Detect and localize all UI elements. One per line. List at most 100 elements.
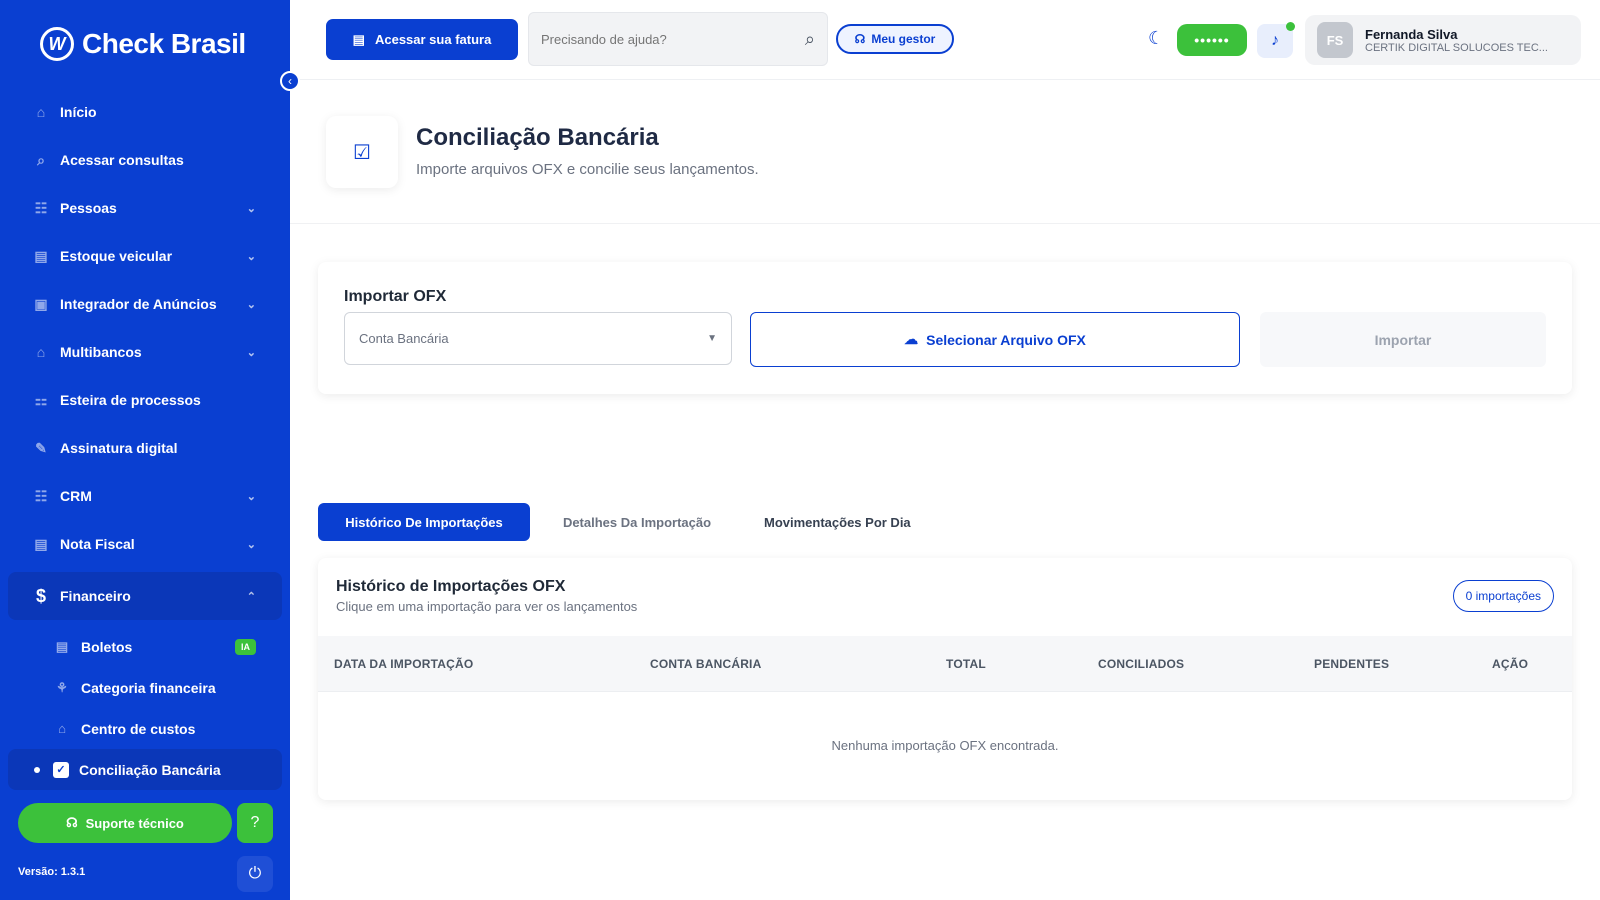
search-icon[interactable]: ⌕	[805, 29, 815, 50]
sidebar-item-integrador[interactable]: ▣ Integrador de Anúncios ⌄	[8, 280, 282, 328]
bank-account-placeholder: Conta Bancária	[359, 331, 449, 346]
process-icon: ⚏	[34, 391, 48, 408]
sidebar-item-inicio[interactable]: ⌂ Início	[8, 88, 282, 136]
sidebar-item-nota-fiscal[interactable]: ▤ Nota Fiscal ⌄	[8, 520, 282, 568]
invoice-icon: ▤	[34, 535, 48, 552]
ads-icon: ▣	[34, 295, 48, 312]
column-header-action: AÇÃO	[1492, 657, 1529, 671]
sidebar-collapse-button[interactable]: ‹	[280, 71, 300, 91]
version-text: Versão: 1.3.1	[18, 866, 86, 878]
power-icon: ⏻	[248, 865, 262, 882]
caret-down-icon: ▼	[707, 333, 717, 344]
page-subtitle: Importe arquivos OFX e concilie seus lan…	[416, 161, 759, 178]
sidebar-item-label: Multibancos	[60, 344, 142, 360]
reconciliation-icon: ✓	[53, 761, 69, 778]
cost-center-icon: ⌂	[58, 721, 66, 736]
sidebar-item-label: Início	[60, 104, 97, 120]
sidebar-item-pessoas[interactable]: ☷ Pessoas ⌄	[8, 184, 282, 232]
support-button[interactable]: ☊ Suporte técnico	[18, 803, 232, 843]
crm-icon: ☷	[34, 487, 48, 504]
help-search-input[interactable]	[541, 31, 805, 47]
help-button[interactable]: ?	[237, 803, 273, 843]
select-ofx-file-button[interactable]: ☁ Selecionar Arquivo OFX	[750, 312, 1240, 367]
document-icon: ▤	[352, 31, 365, 47]
sidebar-item-label: Estoque veicular	[60, 248, 173, 264]
chevron-up-icon: ⌃	[246, 590, 256, 603]
sidebar-subitem-label: Boletos	[81, 638, 133, 655]
user-info: Fernanda Silva CERTIK DIGITAL SOLUCOES T…	[1365, 27, 1565, 54]
help-icon: ?	[250, 814, 260, 831]
sidebar-subitem-label: Centro de custos	[81, 720, 196, 737]
boleto-icon: ▤	[55, 638, 69, 654]
access-invoice-button[interactable]: ▤ Acessar sua fatura	[326, 19, 518, 60]
import-history-card: Histórico de Importações OFX Clique em u…	[318, 558, 1572, 800]
home-icon: ⌂	[36, 104, 46, 120]
column-header-total: TOTAL	[946, 657, 986, 671]
sidebar-subitem-label: Categoria financeira	[81, 679, 216, 696]
finance-icon: $	[35, 585, 46, 606]
top-header: ▤ Acessar sua fatura ⌕ ☊ Meu gestor ☾ ••…	[290, 0, 1600, 80]
tab-import-details[interactable]: Detalhes Da Importação	[530, 503, 744, 541]
sidebar-item-assinatura[interactable]: ✎ Assinatura digital	[8, 424, 282, 472]
sidebar-subitem-centro-custos[interactable]: ⌂ Centro de custos	[8, 708, 282, 749]
imports-count-badge: 0 importações	[1452, 580, 1554, 612]
help-search[interactable]: ⌕	[528, 12, 828, 66]
import-ofx-label: Importar OFX	[344, 288, 447, 305]
column-header-pending: PENDENTES	[1314, 657, 1390, 671]
my-manager-button[interactable]: ☊ Meu gestor	[836, 24, 954, 54]
dark-mode-toggle-icon[interactable]: ☾	[1148, 28, 1164, 49]
brand[interactable]: W Check Brasil	[40, 27, 246, 61]
import-ofx-card: Importar OFX Conta Bancária ▼ ☁ Selecion…	[318, 262, 1572, 394]
bank-account-select[interactable]: Conta Bancária ▼	[344, 312, 732, 365]
sidebar-item-label: Esteira de processos	[60, 392, 201, 408]
search-icon: ⌕	[37, 151, 45, 168]
car-stock-icon: ▤	[34, 247, 48, 264]
sidebar-subitem-categoria[interactable]: ⚘ Categoria financeira	[8, 667, 282, 708]
sidebar-item-consultas[interactable]: ⌕ Acessar consultas	[8, 136, 282, 184]
sidebar-item-label: Pessoas	[60, 200, 117, 216]
support-label: Suporte técnico	[85, 815, 184, 831]
chevron-down-icon: ⌄	[246, 202, 256, 215]
table-header: DATA DA IMPORTAÇÃO CONTA BANCÁRIA TOTAL …	[318, 636, 1572, 692]
sidebar-subitem-boletos[interactable]: ▤ Boletos IA	[8, 626, 282, 667]
column-header-date: DATA DA IMPORTAÇÃO	[334, 657, 474, 671]
sidebar-item-financeiro[interactable]: $ Financeiro ⌃	[8, 572, 282, 620]
sidebar-item-label: CRM	[60, 488, 92, 504]
cloud-upload-icon: ☁	[904, 331, 919, 347]
sidebar-item-esteira[interactable]: ⚏ Esteira de processos	[8, 376, 282, 424]
brand-name: Check Brasil	[82, 28, 246, 59]
sidebar-item-crm[interactable]: ☷ CRM ⌄	[8, 472, 282, 520]
import-button[interactable]: Importar	[1260, 312, 1546, 367]
sidebar: W Check Brasil ⌂ Início ⌕ Acessar consul…	[0, 0, 290, 900]
chevron-down-icon: ⌄	[246, 490, 256, 503]
sidebar-item-multibancos[interactable]: ⌂ Multibancos ⌄	[8, 328, 282, 376]
tabs: Histórico De Importações Detalhes Da Imp…	[318, 503, 931, 541]
bank-icon: ⌂	[36, 344, 46, 360]
column-header-reconciled: CONCILIADOS	[1098, 657, 1185, 671]
page-header: ☑ Conciliação Bancária Importe arquivos …	[290, 80, 1600, 224]
user-menu[interactable]: FS Fernanda Silva CERTIK DIGITAL SOLUCOE…	[1305, 15, 1581, 65]
notifications-button[interactable]: ♪	[1257, 22, 1295, 58]
logout-button[interactable]: ⏻	[237, 856, 273, 892]
tab-import-history[interactable]: Histórico De Importações	[318, 503, 530, 541]
sidebar-item-label: Acessar consultas	[60, 152, 184, 168]
sidebar-item-estoque[interactable]: ▤ Estoque veicular ⌄	[8, 232, 282, 280]
history-title: Histórico de Importações OFX	[336, 578, 566, 595]
sidebar-item-label: Nota Fiscal	[60, 536, 135, 552]
my-manager-label: Meu gestor	[871, 32, 936, 46]
chevron-down-icon: ⌄	[246, 346, 256, 359]
empty-state-message: Nenhuma importação OFX encontrada.	[831, 738, 1059, 753]
category-icon: ⚘	[56, 679, 68, 695]
bell-icon: ♪	[1271, 32, 1279, 49]
sidebar-item-label: Assinatura digital	[60, 440, 178, 456]
sidebar-subitem-conciliacao[interactable]: ✓ Conciliação Bancária	[8, 749, 282, 790]
select-ofx-file-label: Selecionar Arquivo OFX	[926, 331, 1086, 348]
headset-icon: ☊	[854, 32, 866, 46]
sidebar-nav: ⌂ Início ⌕ Acessar consultas ☷ Pessoas ⌄…	[8, 88, 282, 790]
chevron-down-icon: ⌄	[246, 298, 256, 311]
tab-daily-movements[interactable]: Movimentações Por Dia	[744, 503, 931, 541]
access-invoice-label: Acessar sua fatura	[374, 32, 492, 47]
masked-balance-pill[interactable]: ••••••	[1177, 24, 1247, 56]
chevron-down-icon: ⌄	[246, 538, 256, 551]
people-icon: ☷	[34, 199, 48, 216]
